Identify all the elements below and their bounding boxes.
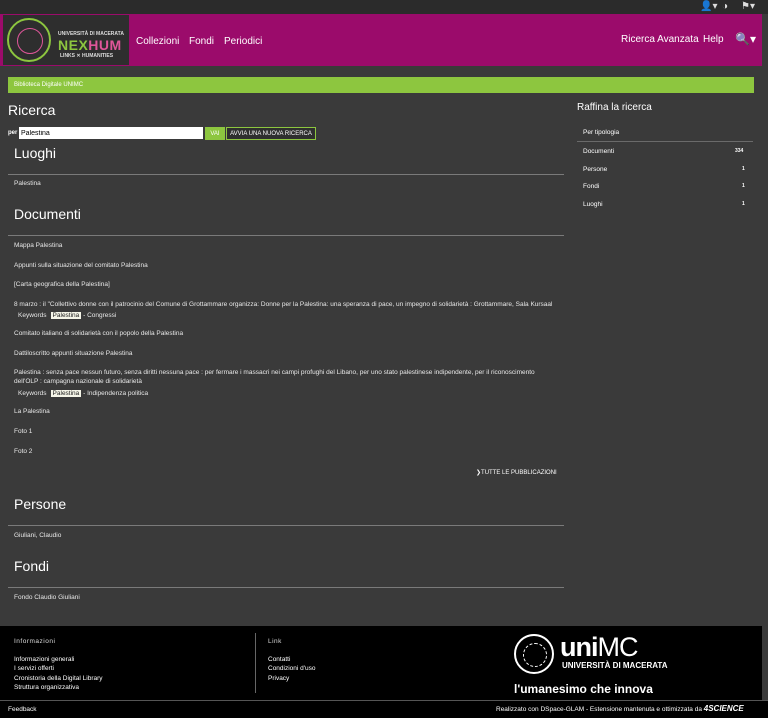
keywords-row: Keywords Palestina - Congressi: [18, 312, 116, 319]
footer-info-title: Informazioni: [14, 638, 56, 645]
facet-count: 1: [742, 201, 745, 207]
facet-count: 1: [742, 166, 745, 172]
keyword-rest: - Congressi: [83, 312, 117, 319]
unimc-slogan: l'umanesimo che innova: [514, 682, 653, 696]
per-label: per: [8, 130, 18, 136]
footer-link[interactable]: Cronistoria della Digital Library: [14, 675, 103, 682]
feedback-link[interactable]: Feedback: [8, 706, 37, 713]
result-item[interactable]: Mappa Palestina: [14, 241, 559, 250]
facet-documenti[interactable]: Documenti: [583, 148, 614, 155]
keywords-row: Keywords Palestina - Indipendenza politic…: [18, 390, 148, 397]
facet-count: 334: [735, 148, 744, 154]
keywords-label: Keywords: [18, 312, 47, 319]
keyword-rest: - Indipendenza politica: [83, 390, 149, 397]
top-utility-bar: 👤▾ ◑ ⚑▾: [0, 0, 768, 14]
sidebar-subtitle: Per tipologia: [583, 129, 620, 136]
breadcrumb[interactable]: Biblioteca Digitale UNIMC: [8, 77, 754, 93]
keyword-tag[interactable]: Palestina: [50, 390, 82, 397]
footer-link-title: Link: [268, 638, 282, 645]
result-item[interactable]: 8 marzo : il "Collettivo donne con il pa…: [14, 300, 559, 309]
facet-persone[interactable]: Persone: [583, 166, 607, 173]
search-input[interactable]: [19, 127, 203, 139]
logo-nexhum-text: NEXHUM: [58, 37, 122, 53]
user-icon[interactable]: 👤▾: [700, 1, 717, 12]
divider: [577, 141, 753, 142]
footer-link[interactable]: I servizi offerti: [14, 665, 54, 672]
section-title-persone: Persone: [14, 496, 67, 512]
site-header: UNIVERSITÀ DI MACERATA NEXHUM LINKS ✕ HU…: [0, 14, 762, 66]
facet-count: 1: [742, 183, 745, 189]
section-title-documenti: Documenti: [14, 206, 81, 222]
logo-emblem-icon: [7, 18, 51, 62]
result-item[interactable]: Fondo Claudio Giuliani: [14, 593, 559, 602]
result-item[interactable]: Palestina : senza pace nessun futuro, se…: [14, 368, 559, 386]
logo-links-humanities: LINKS ✕ HUMANITIES: [60, 53, 114, 59]
result-item[interactable]: La Palestina: [14, 407, 559, 416]
nav-help[interactable]: Help: [703, 34, 724, 45]
powered-by: Realizzato con DSpace-GLAM - Estensione …: [496, 704, 744, 713]
facet-luoghi[interactable]: Luoghi: [583, 201, 603, 208]
result-item[interactable]: Appunti sulla situazione del comitato Pa…: [14, 261, 559, 270]
result-item[interactable]: Foto 2: [14, 447, 559, 456]
divider: [8, 525, 564, 526]
flag-icon[interactable]: ⚑▾: [741, 1, 755, 12]
keyword-tag[interactable]: Palestina: [50, 312, 82, 319]
result-item[interactable]: [Carta geografica della Palestina]: [14, 280, 559, 289]
footer-link[interactable]: Privacy: [268, 675, 289, 682]
new-search-button[interactable]: AVVIA UNA NUOVA RICERCA: [226, 127, 316, 140]
footer-link[interactable]: Struttura organizzativa: [14, 684, 79, 691]
footer-divider: [255, 633, 256, 693]
divider: [8, 174, 564, 175]
unimc-logo[interactable]: uniMC: [560, 632, 639, 663]
nav-fondi[interactable]: Fondi: [189, 36, 214, 47]
section-title-luoghi: Luoghi: [14, 145, 57, 161]
footer-link[interactable]: Informazioni generali: [14, 656, 74, 663]
result-item[interactable]: Foto 1: [14, 427, 559, 436]
divider: [8, 587, 564, 588]
search-icon[interactable]: 🔍▾: [735, 32, 756, 46]
unimc-subtitle: UNIVERSITÀ DI MACERATA: [562, 661, 668, 670]
footer-link[interactable]: Contatti: [268, 656, 290, 663]
sidebar-title: Raffina la ricerca: [577, 102, 652, 113]
result-item[interactable]: Comitato italiano di solidarietà con il …: [14, 329, 559, 338]
facet-fondi[interactable]: Fondi: [583, 183, 599, 190]
4science-logo[interactable]: 4SCIENCE: [704, 704, 744, 713]
nexhum-logo[interactable]: UNIVERSITÀ DI MACERATA NEXHUM LINKS ✕ HU…: [3, 15, 129, 65]
unimc-seal-icon: [514, 634, 554, 674]
page-title: Ricerca: [8, 102, 56, 118]
keywords-label: Keywords: [18, 390, 47, 397]
nav-periodici[interactable]: Periodici: [224, 36, 262, 47]
result-item[interactable]: Giuliani, Claudio: [14, 531, 559, 540]
result-item[interactable]: Dattiloscritto appunti situazione Palest…: [14, 349, 559, 358]
contrast-icon[interactable]: ◑: [722, 1, 728, 12]
result-item[interactable]: Palestina: [14, 179, 559, 188]
nav-ricerca-avanzata[interactable]: Ricerca Avanzata: [621, 34, 699, 45]
footer-link[interactable]: Condizioni d'uso: [268, 665, 316, 672]
all-publications-link[interactable]: ❯TUTTE LE PUBBLICAZIONI: [476, 469, 557, 476]
section-title-fondi: Fondi: [14, 558, 50, 574]
go-button[interactable]: VAI: [205, 127, 225, 140]
divider: [8, 235, 564, 236]
nav-collezioni[interactable]: Collezioni: [136, 36, 179, 47]
